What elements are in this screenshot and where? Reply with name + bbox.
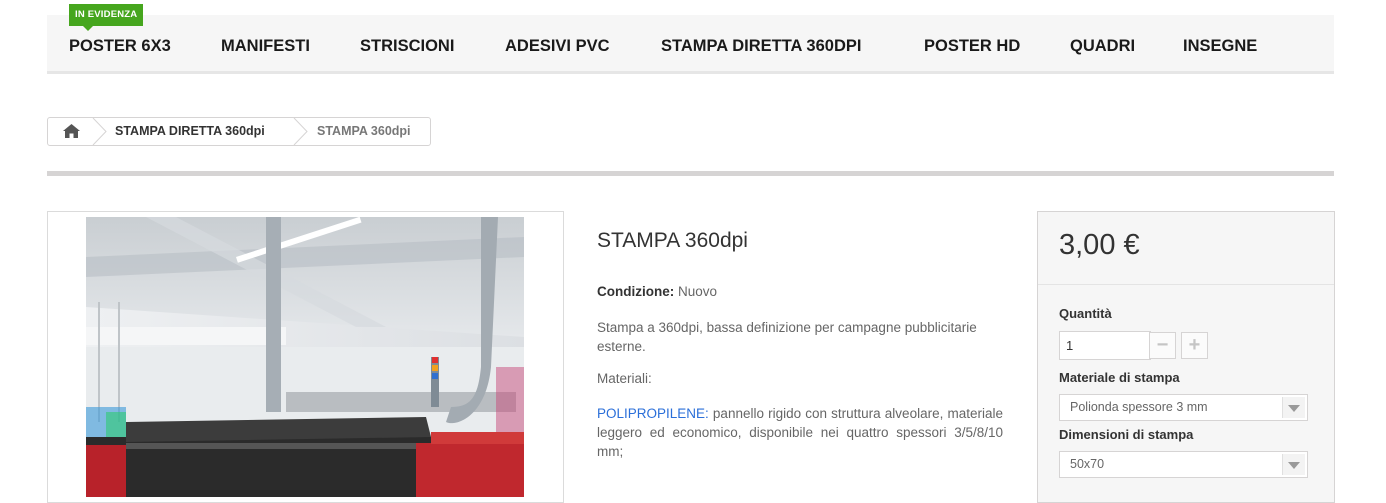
breadcrumb-category-link[interactable]: STAMPA DIRETTA 360dpi (115, 118, 265, 145)
quantity-decrease-button[interactable]: − (1149, 332, 1176, 359)
price-area: 3,00 € (1038, 212, 1334, 285)
minus-icon: − (1156, 334, 1169, 356)
breadcrumb: STAMPA DIRETTA 360dpi STAMPA 360dpi (47, 117, 431, 146)
breadcrumb-separator (92, 118, 107, 145)
buy-box: 3,00 € Quantità 1 − + Materiale di stamp… (1037, 211, 1335, 503)
nav-item-quadri[interactable]: QUADRI (1070, 15, 1135, 71)
breadcrumb-separator (293, 118, 308, 145)
nav-item-adesivi-pvc[interactable]: ADESIVI PVC (505, 15, 610, 71)
breadcrumb-current: STAMPA 360dpi (317, 124, 411, 138)
product-price: 3,00 € (1059, 229, 1140, 261)
nav-item-poster-hd[interactable]: POSTER HD (924, 15, 1020, 71)
product-image-frame (47, 211, 564, 503)
material-select-value: Polionda spessore 3 mm (1070, 400, 1208, 414)
nav-item-insegne[interactable]: INSEGNE (1183, 15, 1257, 71)
polipropilene-link[interactable]: POLIPROPILENE: (597, 406, 709, 421)
home-icon (63, 124, 80, 138)
nav-item-striscioni[interactable]: STRISCIONI (360, 15, 454, 71)
material-polipropilene: POLIPROPILENE: pannello rigido con strut… (597, 404, 1003, 461)
material-select[interactable]: Polionda spessore 3 mm (1059, 394, 1308, 421)
plus-icon: + (1188, 334, 1201, 356)
dimension-label: Dimensioni di stampa (1059, 427, 1194, 442)
product-image[interactable] (86, 217, 524, 497)
quantity-increase-button[interactable]: + (1181, 332, 1208, 359)
condition-label: Condizione: (597, 284, 675, 299)
product-title: STAMPA 360dpi (597, 229, 748, 252)
condition: Condizione: Nuovo (597, 284, 717, 299)
quantity-label: Quantità (1059, 306, 1112, 321)
breadcrumb-home[interactable] (48, 118, 94, 145)
section-divider (47, 171, 1334, 176)
product-description: Stampa a 360dpi, bassa definizione per c… (597, 320, 977, 354)
material-label: Materiale di stampa (1059, 370, 1180, 385)
quantity-input[interactable]: 1 (1059, 331, 1151, 360)
nav-item-manifesti[interactable]: MANIFESTI (221, 15, 310, 71)
top-navigation: POSTER 6X3 MANIFESTI STRISCIONI ADESIVI … (47, 15, 1334, 74)
chevron-down-icon (1282, 397, 1305, 418)
chevron-down-icon (1282, 454, 1305, 475)
condition-value: Nuovo (678, 284, 718, 299)
dimension-select-value: 50x70 (1070, 457, 1105, 471)
featured-badge: IN EVIDENZA (69, 4, 144, 31)
materials-label: Materiali: (597, 371, 652, 386)
nav-item-stampa-diretta[interactable]: STAMPA DIRETTA 360DPI (661, 15, 861, 71)
dimension-select[interactable]: 50x70 (1059, 451, 1308, 478)
